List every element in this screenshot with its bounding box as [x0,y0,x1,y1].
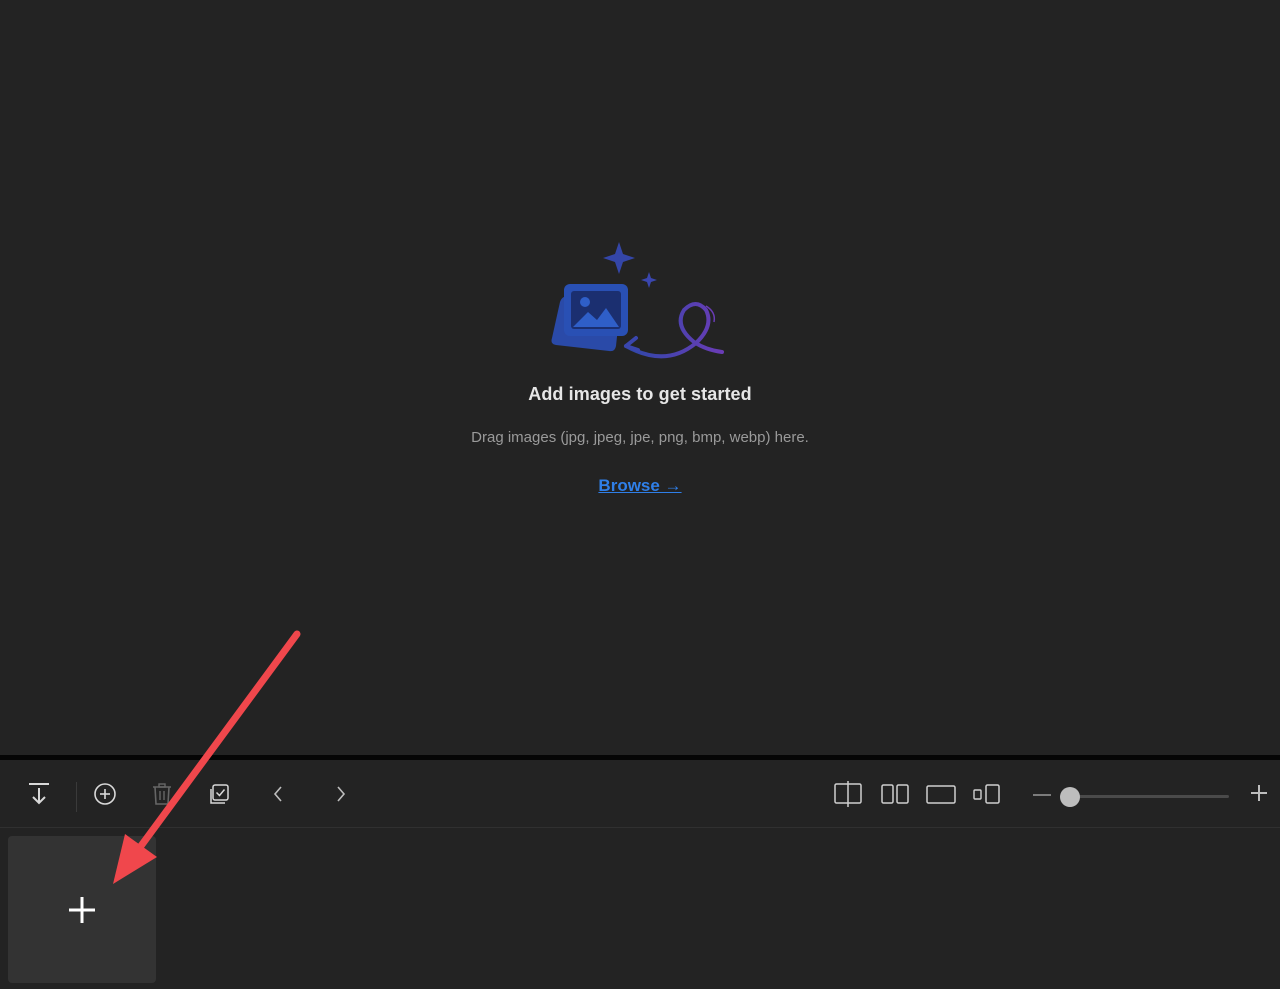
view-small-large-button[interactable] [971,780,1003,808]
next-button[interactable] [327,780,355,808]
zoom-out-button[interactable] [1028,780,1056,808]
add-images-illustration-icon [551,242,724,359]
empty-state-subtitle: Drag images (jpg, jpeg, jpe, png, bmp, w… [471,429,809,446]
empty-state-title: Add images to get started [528,384,752,404]
small-large-view-icon [973,784,1000,804]
plus-icon [1251,785,1267,801]
select-all-button[interactable] [206,780,234,808]
chevron-right-icon [337,786,346,802]
delete-button[interactable] [148,780,176,808]
plus-icon [69,896,95,923]
view-side-by-side-button[interactable] [879,780,911,808]
zoom-slider-thumb[interactable] [1060,787,1081,807]
download-icon [29,783,49,805]
trash-icon [153,783,171,805]
add-image-tile[interactable] [8,836,156,983]
app-window: Add images to get started Drag images (j… [0,0,1280,989]
toolbar [0,760,1280,828]
drop-zone[interactable]: Add images to get started Drag images (j… [0,0,1280,755]
view-compare-button[interactable] [832,780,864,808]
minus-icon [1033,794,1051,796]
toolbar-separator [76,782,77,812]
split-view-icon [834,781,862,807]
zoom-in-button[interactable] [1245,780,1273,808]
view-single-button[interactable] [925,780,957,808]
add-button[interactable] [91,780,119,808]
add-circle-icon [94,783,116,805]
side-by-side-icon [881,784,909,804]
browse-link[interactable]: Browse → [598,476,681,496]
checkbox-stack-icon [210,784,229,804]
previous-button[interactable] [264,780,292,808]
download-button[interactable] [25,780,53,808]
single-view-icon [926,785,956,804]
thumbnail-strip [0,828,1280,989]
empty-state: Add images to get started Drag images (j… [0,238,1280,496]
chevron-left-icon [273,786,282,802]
zoom-slider[interactable] [1060,787,1229,807]
